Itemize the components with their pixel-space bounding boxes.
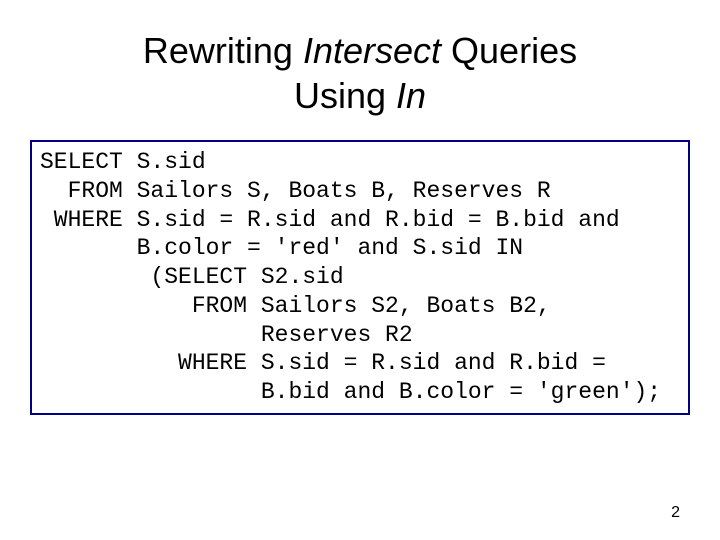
code-line: Reserves R2 [40,322,413,348]
code-line: WHERE S.sid = R.sid and R.bid = B.bid an… [40,207,620,233]
code-line: B.color = 'red' and S.sid IN [40,235,523,261]
title-italic-1: Intersect [303,30,441,71]
title-italic-2: In [396,75,426,116]
slide: Rewriting Intersect Queries Using In SEL… [0,0,720,540]
code-line: WHERE S.sid = R.sid and R.bid = [40,350,606,376]
title-text-2: Queries [441,30,577,71]
code-line: FROM Sailors S, Boats B, Reserves R [40,178,551,204]
code-line: B.bid and B.color = 'green'); [40,379,661,405]
sql-code-box: SELECT S.sid FROM Sailors S, Boats B, Re… [30,140,690,415]
slide-title: Rewriting Intersect Queries Using In [30,28,690,118]
title-text-1: Rewriting [143,30,303,71]
code-line: SELECT S.sid [40,149,206,175]
code-line: (SELECT S2.sid [40,264,344,290]
page-number: 2 [671,504,680,522]
title-text-3: Using [294,75,396,116]
code-line: FROM Sailors S2, Boats B2, [40,293,551,319]
